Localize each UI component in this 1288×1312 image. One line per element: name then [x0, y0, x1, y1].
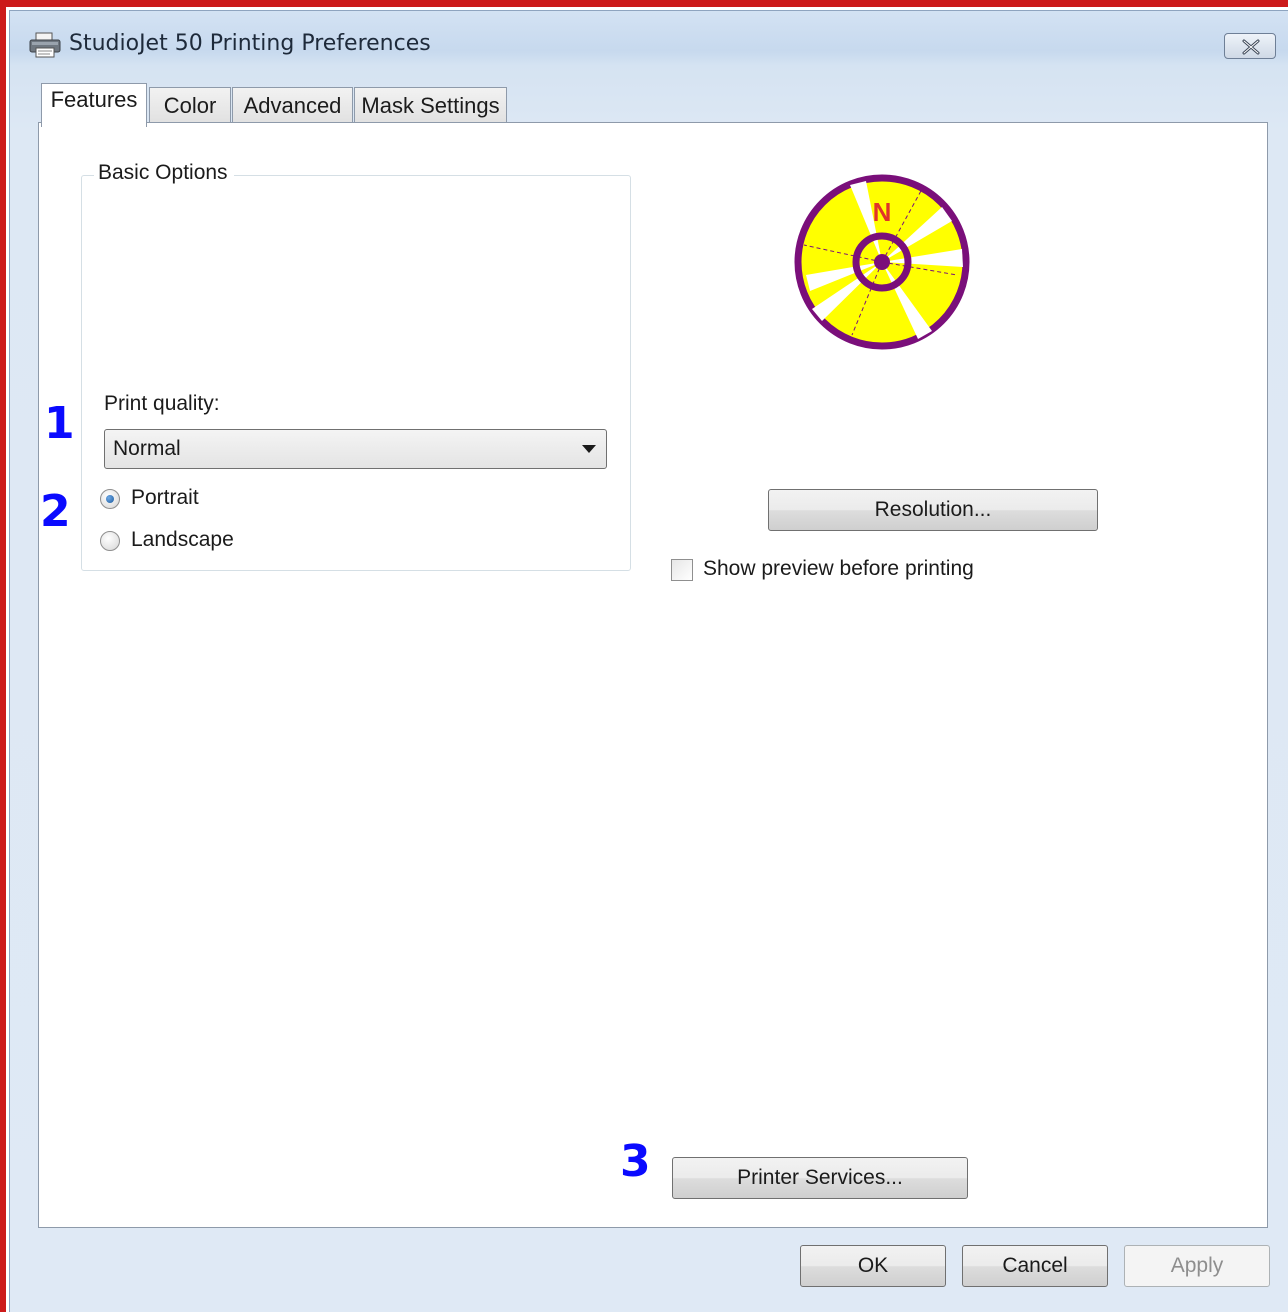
radio-button-selected[interactable]	[100, 489, 120, 509]
checkbox[interactable]	[671, 559, 693, 581]
title-bar[interactable]: StudioJet 50 Printing Preferences	[10, 11, 1288, 73]
annotation-marker-3: 3	[620, 1136, 651, 1187]
show-preview-label: Show preview before printing	[703, 557, 974, 580]
annotation-marker-2: 2	[40, 486, 71, 537]
logo-letter: N	[873, 197, 892, 227]
close-button[interactable]	[1224, 33, 1276, 59]
studiojet-logo: N	[792, 171, 972, 353]
basic-options-legend: Basic Options	[94, 161, 234, 185]
cancel-button[interactable]: Cancel	[962, 1245, 1108, 1287]
window-title: StudioJet 50 Printing Preferences	[69, 31, 431, 56]
apply-button[interactable]: Apply	[1124, 1245, 1270, 1287]
basic-options-group: Basic Options Print quality: Normal Port…	[81, 161, 631, 571]
dropdown-arrow-icon	[582, 445, 596, 453]
ok-button[interactable]: OK	[800, 1245, 946, 1287]
print-quality-value: Normal	[113, 437, 181, 460]
printing-preferences-dialog: StudioJet 50 Printing Preferences Featur…	[9, 10, 1288, 1312]
landscape-label: Landscape	[131, 528, 234, 551]
resolution-button[interactable]: Resolution...	[768, 489, 1098, 531]
features-panel: Basic Options Print quality: Normal Port…	[38, 122, 1268, 1228]
close-icon	[1242, 39, 1260, 55]
printer-services-button[interactable]: Printer Services...	[672, 1157, 968, 1199]
print-quality-dropdown[interactable]: Normal	[104, 429, 607, 469]
tab-mask-settings[interactable]: Mask Settings	[354, 87, 507, 123]
print-quality-label: Print quality:	[104, 392, 220, 415]
tab-advanced[interactable]: Advanced	[232, 87, 353, 123]
annotation-marker-1: 1	[44, 398, 75, 449]
radio-dot	[106, 495, 114, 503]
printer-icon	[28, 31, 62, 59]
portrait-label: Portrait	[131, 486, 199, 509]
tab-color[interactable]: Color	[149, 87, 231, 123]
tab-features[interactable]: Features	[41, 83, 147, 127]
radio-button[interactable]	[100, 531, 120, 551]
